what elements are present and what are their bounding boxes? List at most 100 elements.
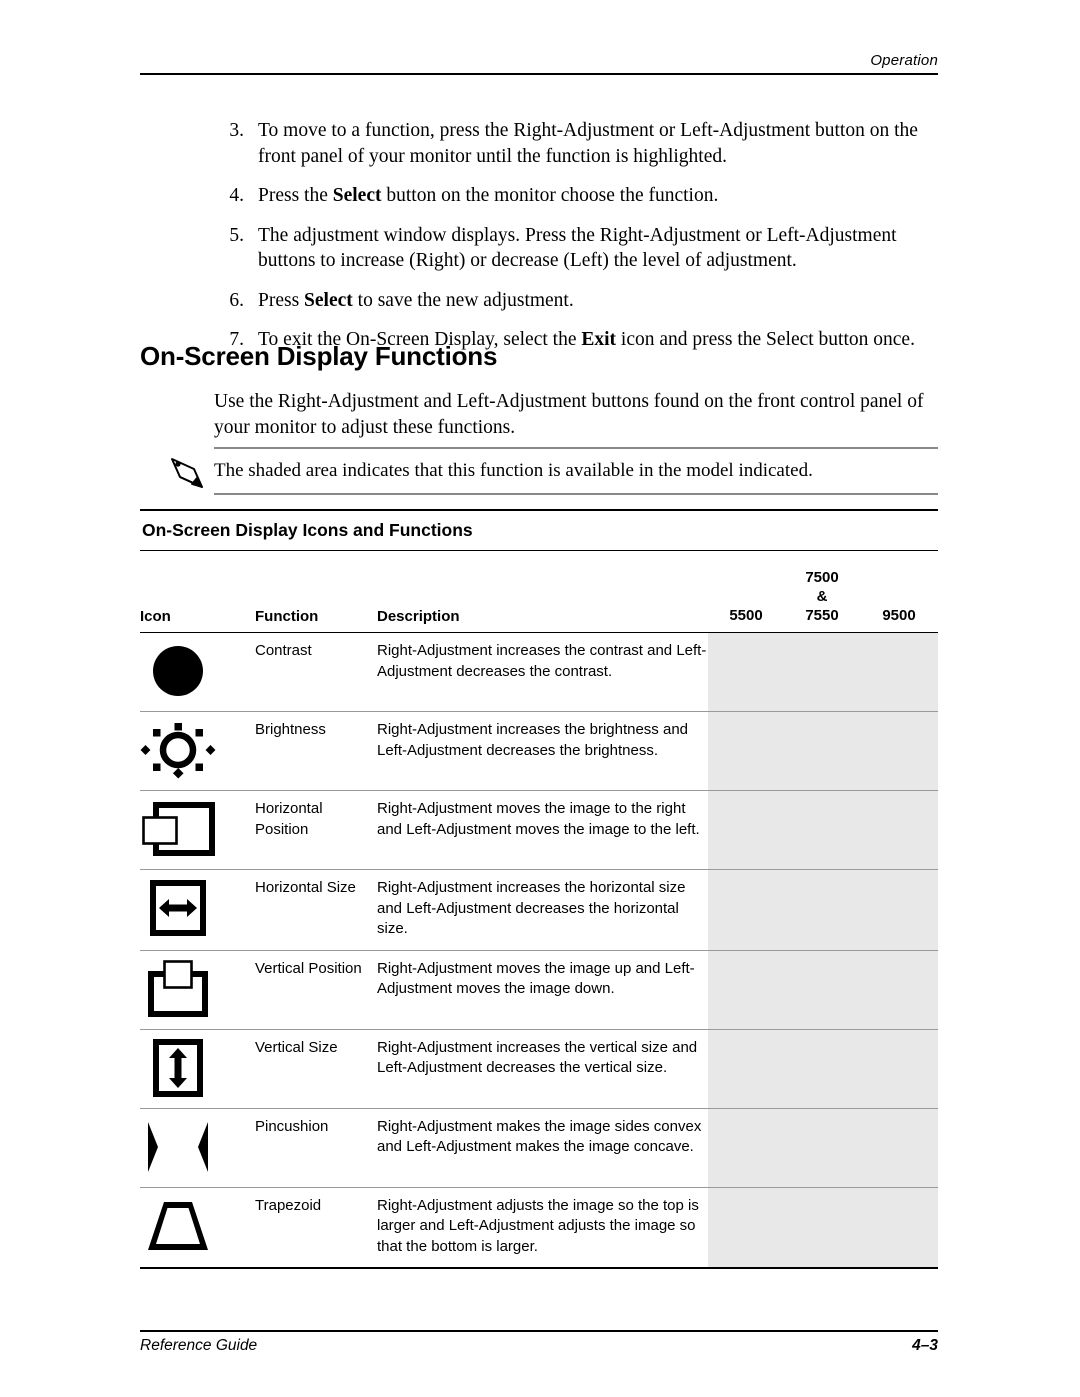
model-7500-7550-cell [784, 1187, 860, 1267]
icon-cell [140, 1029, 255, 1109]
description-cell: Right-Adjustment moves the image to the … [377, 790, 708, 870]
table-row: Horizontal Position Right-Adjustment move… [140, 790, 938, 870]
table-row: Pincushion Right-Adjustment makes the ima… [140, 1108, 938, 1188]
section-intro-paragraph: Use the Right-Adjustment and Left-Adjust… [214, 391, 924, 438]
description-cell: Right-Adjustment moves the image up and … [377, 950, 708, 1030]
model-7500-7550-cell [784, 711, 860, 791]
model-9500-cell [860, 950, 938, 1030]
model-9500-cell [860, 790, 938, 870]
col-header-7500-line1: 7500 [805, 569, 839, 586]
col-header-description: Description [377, 551, 708, 633]
icon-cell [140, 1108, 255, 1188]
step-item: 3. To move to a function, press the Right… [214, 118, 938, 169]
icon-cell [140, 790, 255, 870]
description-cell: Right-Adjustment increases the vertical … [377, 1029, 708, 1109]
col-header-9500: 9500 [860, 551, 938, 633]
model-9500-cell [860, 711, 938, 791]
model-7500-7550-cell [784, 632, 860, 712]
model-9500-cell [860, 1108, 938, 1188]
model-5500-cell [708, 1108, 784, 1188]
table-bottom-divider [140, 1267, 938, 1269]
function-cell: Pincushion [255, 1108, 377, 1188]
function-cell: Horizontal Position [255, 790, 377, 870]
col-header-function: Function [255, 551, 377, 633]
step-text: The adjustment window displays. Press th… [258, 224, 897, 272]
document-page: Operation 3. To move to a function, press… [0, 0, 1080, 1397]
note-text: The shaded area indicates that this func… [214, 460, 813, 481]
col-header-7500-line3: 7550 [805, 607, 839, 624]
model-5500-cell [708, 950, 784, 1030]
step-number: 5. [229, 224, 244, 246]
pencil-note-icon [166, 453, 212, 495]
model-9500-cell [860, 632, 938, 712]
step-number: 6. [229, 289, 244, 311]
vertical-size-icon [140, 1038, 216, 1098]
description-cell: Right-Adjustment makes the image sides c… [377, 1108, 708, 1188]
model-9500-cell [860, 869, 938, 951]
table-row: Brightness Right-Adjustment increases the… [140, 711, 938, 791]
table-row: Contrast Right-Adjustment increases the c… [140, 632, 938, 712]
table-row: Vertical Position Right-Adjustment moves … [140, 950, 938, 1030]
running-head: Operation [870, 52, 938, 69]
note-divider-bottom [214, 493, 938, 495]
table-row: Trapezoid Right-Adjustment adjusts the im… [140, 1187, 938, 1267]
model-7500-7550-cell [784, 950, 860, 1030]
function-cell: Horizontal Size [255, 869, 377, 951]
model-7500-7550-cell [784, 1108, 860, 1188]
model-5500-cell [708, 1029, 784, 1109]
model-9500-cell [860, 1029, 938, 1109]
page-footer: Reference Guide 4–3 [140, 1330, 938, 1355]
col-header-5500: 5500 [708, 551, 784, 633]
function-cell: Vertical Size [255, 1029, 377, 1109]
header-divider [140, 73, 938, 75]
model-5500-cell [708, 1187, 784, 1267]
model-5500-cell [708, 711, 784, 791]
step-item: 4. Press the Select button on the monitor… [214, 183, 938, 209]
note-box: The shaded area indicates that this func… [171, 447, 938, 495]
horizontal-size-icon [140, 878, 216, 938]
numbered-steps-list: 3. To move to a function, press the Right… [214, 118, 938, 367]
function-cell: Brightness [255, 711, 377, 791]
table-caption: On-Screen Display Icons and Functions [142, 520, 473, 540]
horizontal-position-icon [140, 799, 216, 859]
vertical-position-icon [140, 959, 216, 1019]
icon-cell [140, 950, 255, 1030]
section-heading: On-Screen Display Functions [140, 341, 498, 371]
col-header-5500-label: 5500 [729, 607, 763, 624]
footer-page-number: 4–3 [912, 1337, 938, 1354]
model-5500-cell [708, 869, 784, 951]
description-cell: Right-Adjustment increases the contrast … [377, 632, 708, 712]
step-item: 6. Press Select to save the new adjustmen… [214, 288, 938, 314]
description-cell: Right-Adjustment adjusts the image so th… [377, 1196, 699, 1255]
icon-cell [140, 711, 255, 791]
footer-guide-title: Reference Guide [140, 1337, 258, 1354]
step-item: 5. The adjustment window displays. Press … [214, 223, 938, 274]
osd-functions-table: Icon Function Description 5500 7500 & 75… [140, 551, 938, 1267]
page-header: Operation [140, 52, 938, 75]
pincushion-icon [140, 1117, 216, 1177]
col-header-icon: Icon [140, 551, 255, 633]
model-9500-cell [860, 1187, 938, 1267]
model-7500-7550-cell [784, 790, 860, 870]
function-cell: Contrast [255, 632, 377, 712]
step-number: 3. [229, 120, 244, 141]
model-7500-7550-cell [784, 869, 860, 951]
function-cell: Vertical Position [255, 950, 377, 1030]
contrast-icon [140, 641, 216, 701]
step-text: Press Select to save the new adjustment. [258, 289, 574, 311]
table-body: Contrast Right-Adjustment increases the c… [140, 632, 938, 1267]
col-header-7500-line2: & [816, 588, 828, 605]
col-header-7500-7550: 7500 & 7550 [784, 551, 860, 633]
osd-table-section: On-Screen Display Icons and Functions Ic… [140, 509, 938, 1269]
table-row: Horizontal Size Right-Adjustment increase… [140, 869, 938, 951]
table-row: Vertical Size Right-Adjustment increases … [140, 1029, 938, 1109]
step-text: To move to a function, press the Right-A… [258, 120, 918, 167]
description-cell: Right-Adjustment increases the horizonta… [377, 869, 708, 951]
step-number: 4. [229, 185, 244, 206]
step-text: Press the Select button on the monitor c… [258, 185, 719, 206]
icon-cell [140, 1187, 255, 1267]
icon-cell [140, 869, 255, 951]
col-header-9500-label: 9500 [882, 607, 916, 624]
icon-cell [140, 632, 255, 712]
brightness-icon [140, 720, 216, 780]
